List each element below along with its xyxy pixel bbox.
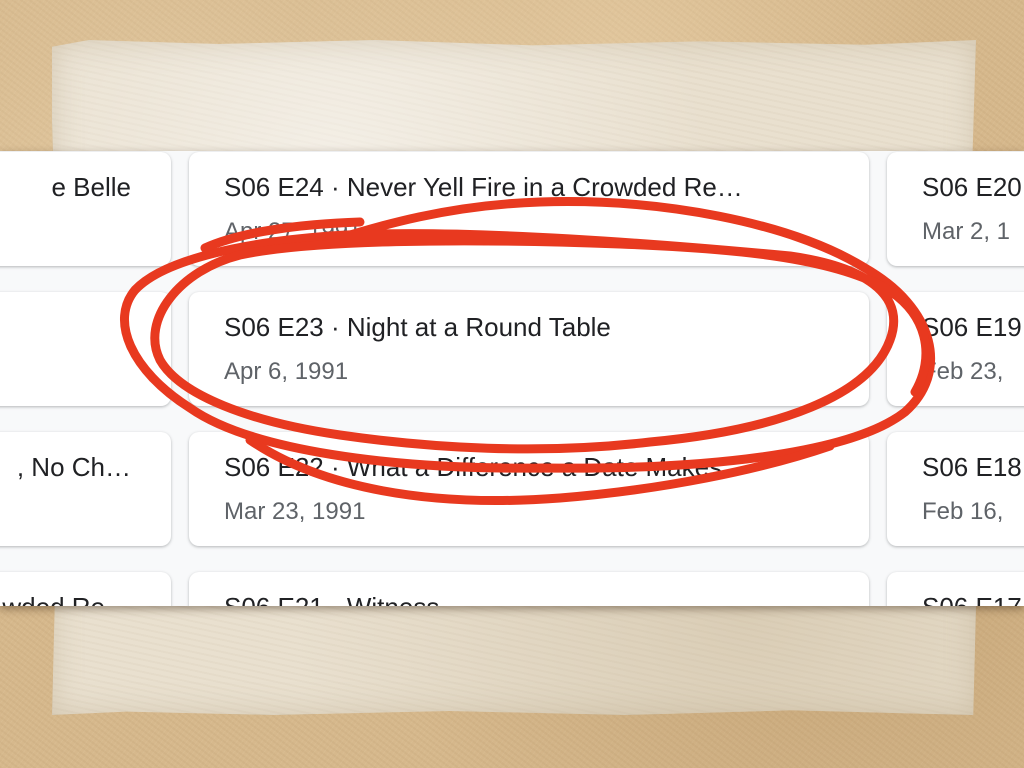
episode-card[interactable]: wded Re… <box>0 572 171 606</box>
episode-card-s06e19[interactable]: S06 E19 Feb 23, <box>887 292 1024 406</box>
episode-air-date: Feb 16, <box>922 498 1004 525</box>
episode-title: e Belle <box>51 172 132 202</box>
episode-air-date: Feb 23, <box>922 358 1004 385</box>
episode-card-s06e20[interactable]: S06 E20 Mar 2, 1 <box>887 152 1024 266</box>
episode-title: S06 E24 · Never Yell Fire in a Crowded R… <box>224 172 743 202</box>
episode-card-s06e18[interactable]: S06 E18 Feb 16, <box>887 432 1024 546</box>
episode-title: S06 E19 <box>922 312 1022 342</box>
episode-air-date: Apr 6, 1991 <box>224 358 349 385</box>
episode-grid: e Belle S06 E24 · Never Yell Fire in a C… <box>0 151 1024 606</box>
episode-title: S06 E20 <box>922 172 1022 202</box>
episode-card[interactable]: e Belle <box>0 152 171 266</box>
episode-title: , No Ch… <box>16 452 131 482</box>
episode-title: S06 E23 · Night at a Round Table <box>224 312 611 342</box>
episode-title: S06 E18 <box>922 452 1022 482</box>
episode-title: S06 E22 · What a Difference a Date Makes <box>224 452 723 482</box>
episode-title: S06 E17 <box>922 592 1022 606</box>
episode-card[interactable] <box>0 292 171 406</box>
episode-air-date: Mar 2, 1 <box>922 218 1011 245</box>
episode-card-s06e22[interactable]: S06 E22 · What a Difference a Date Makes… <box>189 432 869 546</box>
episode-title: S06 E21 · Witness <box>224 592 439 606</box>
episode-card-s06e24[interactable]: S06 E24 · Never Yell Fire in a Crowded R… <box>189 152 869 266</box>
episode-air-date: Mar 23, 1991 <box>224 498 366 525</box>
episode-card-s06e17[interactable]: S06 E17 <box>887 572 1024 606</box>
episode-air-date: Apr 27, 1991 <box>224 218 362 245</box>
episode-title: wded Re… <box>2 592 131 606</box>
episode-card-s06e21[interactable]: S06 E21 · Witness <box>189 572 869 606</box>
episode-card[interactable]: , No Ch… <box>0 432 171 546</box>
episode-card-s06e23[interactable]: S06 E23 · Night at a Round Table Apr 6, … <box>189 292 869 406</box>
